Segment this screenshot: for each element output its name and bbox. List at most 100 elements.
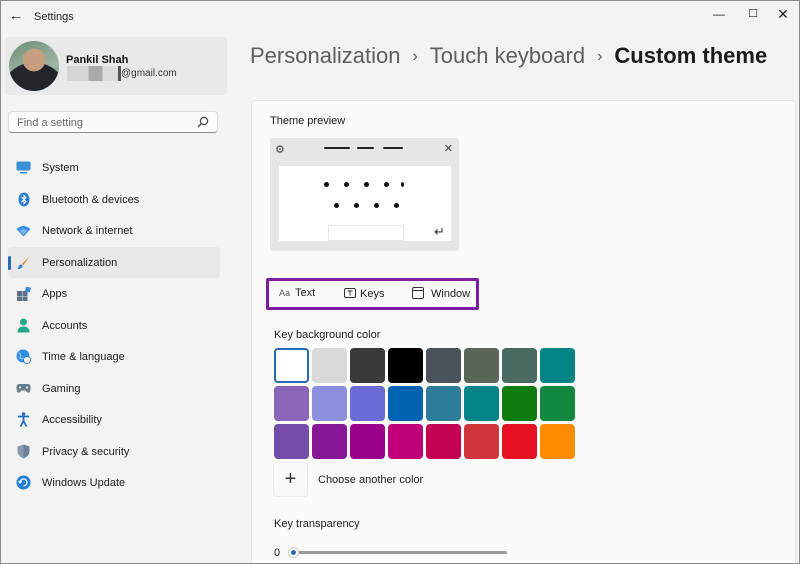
user-email: @gmail.com: [121, 68, 177, 79]
close-icon: ✕: [777, 6, 789, 22]
sidebar-item-label: Personalization: [42, 256, 118, 269]
preview-key: [401, 182, 404, 187]
breadcrumb-touch-keyboard[interactable]: Touch keyboard: [430, 43, 585, 68]
color-swatch[interactable]: [388, 424, 423, 459]
color-swatch[interactable]: [426, 386, 461, 421]
sidebar-item-label: Network & internet: [42, 225, 133, 237]
gamepad-icon: [16, 381, 31, 396]
globe-clock-icon: [16, 349, 31, 364]
color-swatch[interactable]: [312, 386, 347, 421]
color-swatch[interactable]: [464, 348, 499, 383]
sidebar-item-label: Bluetooth & devices: [42, 193, 140, 206]
text-aa-icon: Aa: [279, 288, 291, 298]
drag-handle: [357, 147, 374, 149]
sidebar-item-label: Windows Update: [42, 477, 126, 489]
sidebar-item-label: Time & language: [42, 351, 125, 363]
breadcrumb-personalization[interactable]: Personalization: [250, 43, 400, 68]
search-input[interactable]: [17, 115, 187, 130]
sidebar-item-gaming[interactable]: Gaming: [8, 373, 220, 405]
preview-key: [394, 203, 399, 208]
accessibility-icon: [16, 412, 31, 427]
close-button[interactable]: ✕: [768, 4, 798, 24]
wifi-icon: [16, 223, 31, 238]
sidebar-item-accounts[interactable]: Accounts: [8, 310, 220, 342]
sidebar-item-windows-update[interactable]: Windows Update: [8, 467, 220, 499]
color-swatch[interactable]: [502, 348, 537, 383]
settings-window: ← Settings — ☐ ✕ Pankil Shah @gmail.com: [0, 0, 800, 564]
avatar: [9, 41, 59, 91]
color-swatch[interactable]: [540, 386, 575, 421]
theme-element-tabs: Aa Text Keys Window: [266, 278, 479, 310]
bluetooth-icon: [16, 192, 31, 207]
choose-another-color-label[interactable]: Choose another color: [318, 474, 423, 486]
tab-window[interactable]: Window: [412, 287, 470, 303]
color-swatch[interactable]: [274, 424, 309, 459]
sidebar-item-bluetooth[interactable]: Bluetooth & devices: [8, 184, 220, 216]
preview-key: [344, 182, 349, 187]
close-icon: ✕: [443, 143, 453, 155]
tab-label: Keys: [360, 288, 385, 300]
preview-key: [354, 203, 359, 208]
user-name: Pankil Shah: [66, 54, 129, 66]
search-box[interactable]: [8, 111, 218, 133]
breadcrumb-separator: ›: [412, 48, 418, 65]
transparency-value: 0: [274, 547, 281, 559]
back-button[interactable]: ←: [7, 7, 25, 25]
color-swatch[interactable]: [426, 424, 461, 459]
preview-key: [374, 203, 379, 208]
color-swatch[interactable]: [312, 424, 347, 459]
user-profile-card[interactable]: Pankil Shah @gmail.com: [5, 37, 227, 95]
breadcrumb-separator: ›: [597, 48, 603, 65]
tab-label: Text: [295, 287, 316, 299]
color-swatch[interactable]: [464, 386, 499, 421]
color-swatch[interactable]: [350, 424, 385, 459]
apps-icon: [16, 286, 31, 301]
sidebar-item-label: Apps: [42, 288, 68, 300]
color-swatch[interactable]: [312, 348, 347, 383]
theme-preview-label: Theme preview: [270, 115, 346, 127]
color-swatch[interactable]: [540, 424, 575, 459]
color-swatch[interactable]: [464, 424, 499, 459]
sidebar-item-privacy-security[interactable]: Privacy & security: [8, 436, 220, 468]
sidebar-item-system[interactable]: System: [8, 152, 220, 184]
color-swatch[interactable]: [350, 386, 385, 421]
color-swatch[interactable]: [388, 386, 423, 421]
choose-color-button[interactable]: +: [273, 462, 308, 497]
search-icon: [197, 116, 209, 128]
monitor-icon: [16, 160, 31, 175]
sidebar-nav: System Bluetooth & devices Network & int…: [8, 152, 220, 499]
color-swatch[interactable]: [426, 348, 461, 383]
preview-spacebar: [328, 225, 404, 241]
brush-icon: [16, 255, 31, 270]
tab-text[interactable]: Aa Text: [279, 287, 315, 303]
minimize-button[interactable]: —: [704, 4, 734, 24]
sidebar-item-network[interactable]: Network & internet: [8, 215, 220, 247]
color-swatch[interactable]: [274, 386, 309, 421]
preview-key: [334, 203, 339, 208]
tab-keys[interactable]: Keys: [344, 287, 384, 303]
color-swatch[interactable]: [502, 424, 537, 459]
color-swatch[interactable]: [274, 348, 309, 383]
sidebar-item-label: Accounts: [42, 319, 88, 332]
drag-handle: [324, 147, 350, 149]
sidebar-item-label: Gaming: [42, 382, 81, 395]
color-swatch[interactable]: [350, 348, 385, 383]
sidebar-item-accessibility[interactable]: Accessibility: [8, 404, 220, 436]
sidebar-item-apps[interactable]: Apps: [8, 278, 220, 310]
update-icon: [16, 475, 31, 490]
color-swatch[interactable]: [502, 386, 537, 421]
minimize-icon: —: [713, 7, 725, 21]
color-swatch[interactable]: [388, 348, 423, 383]
sidebar-item-time-language[interactable]: Time & language: [8, 341, 220, 373]
app-title: Settings: [34, 11, 74, 23]
tab-label: Window: [431, 288, 471, 300]
transparency-slider-thumb[interactable]: [288, 547, 299, 558]
page-title: Custom theme: [614, 43, 768, 68]
key-transparency-label: Key transparency: [274, 518, 360, 530]
preview-key: [384, 182, 389, 187]
maximize-button[interactable]: ☐: [738, 4, 768, 24]
sidebar-item-personalization[interactable]: Personalization: [8, 246, 220, 278]
active-indicator: [8, 255, 11, 270]
transparency-slider-track[interactable]: [294, 551, 507, 554]
color-swatch[interactable]: [540, 348, 575, 383]
